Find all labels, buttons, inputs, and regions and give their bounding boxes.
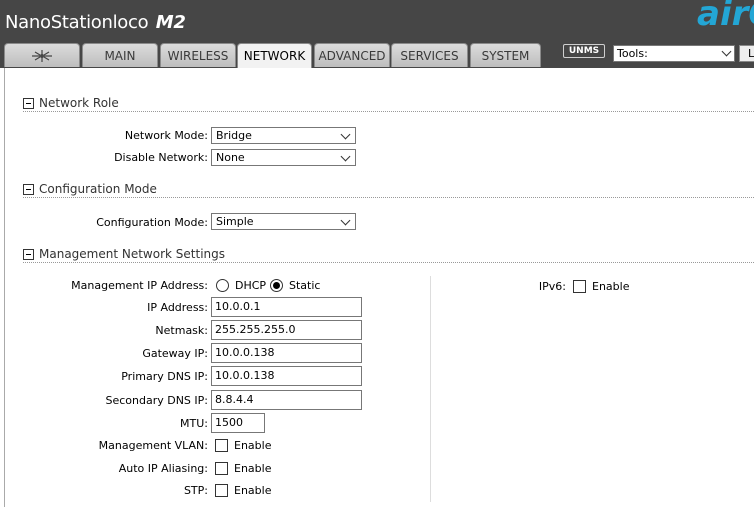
configuration-mode-select[interactable]: Simple <box>211 213 356 230</box>
stp-label: STP: <box>183 484 208 497</box>
section-configuration-mode: Configuration Mode <box>23 182 754 198</box>
ip-address-input[interactable]: 10.0.0.1 <box>211 297 362 317</box>
gateway-label: Gateway IP: <box>142 347 208 360</box>
tab-services[interactable]: SERVICES <box>391 43 468 67</box>
primary-dns-label: Primary DNS IP: <box>121 370 208 383</box>
auto-ip-aliasing-label: Auto IP Aliasing: <box>118 462 208 475</box>
tab-main[interactable]: MAIN <box>82 43 158 67</box>
chevron-down-icon <box>340 215 351 226</box>
management-vlan-checkbox[interactable] <box>215 439 228 452</box>
primary-dns-input[interactable]: 10.0.0.138 <box>211 366 362 386</box>
ipv6-enable-label: Enable <box>592 280 630 293</box>
ubiquiti-logo-icon <box>30 48 54 64</box>
logout-button[interactable]: L <box>739 45 754 62</box>
management-ip-mode-label: Management IP Address: <box>71 279 208 292</box>
static-radio[interactable] <box>270 279 283 292</box>
ipv6-label: IPv6: <box>538 280 566 293</box>
tab-network[interactable]: NETWORK <box>237 43 312 68</box>
gateway-input[interactable]: 10.0.0.138 <box>211 343 362 363</box>
logout-label: L <box>748 47 754 60</box>
section-network-role: Network Role <box>23 96 754 112</box>
disable-network-value: None <box>216 151 245 164</box>
tab-wireless[interactable]: WIRELESS <box>160 43 236 67</box>
disable-network-label: Disable Network: <box>114 151 208 164</box>
network-mode-select[interactable]: Bridge <box>211 127 356 144</box>
section-title: Management Network Settings <box>39 247 225 261</box>
tools-select[interactable]: Tools: <box>613 45 735 62</box>
brand-loco: loco <box>112 12 149 33</box>
logo-letter: O <box>748 0 754 34</box>
tools-value: Tools: <box>617 47 648 60</box>
dhcp-label: DHCP <box>235 279 267 292</box>
tab-advanced[interactable]: ADVANCED <box>314 43 390 67</box>
unms-label: UNMS <box>568 46 600 56</box>
column-divider <box>430 276 431 502</box>
network-mode-value: Bridge <box>216 129 252 142</box>
static-label: Static <box>289 279 321 292</box>
logo-text: air <box>697 0 749 34</box>
brand-prefix: NanoStation <box>5 12 113 33</box>
stp-checkbox[interactable] <box>215 484 228 497</box>
chevron-down-icon <box>721 46 732 57</box>
mtu-input[interactable]: 1500 <box>211 413 265 433</box>
disable-network-select[interactable]: None <box>211 149 356 166</box>
header-bar: NanoStationloco M2 airO MAIN WIRELESS NE… <box>0 0 754 68</box>
network-mode-label: Network Mode: <box>124 129 208 142</box>
auto-ip-aliasing-enable-label: Enable <box>234 462 272 475</box>
section-title: Network Role <box>39 96 119 110</box>
chevron-down-icon <box>340 151 351 162</box>
ipv6-checkbox[interactable] <box>573 280 586 293</box>
configuration-mode-label: Configuration Mode: <box>96 216 208 229</box>
mtu-label: MTU: <box>180 417 208 430</box>
netmask-input[interactable]: 255.255.255.0 <box>211 320 362 340</box>
tab-ubiquiti[interactable] <box>4 43 80 67</box>
stp-enable-label: Enable <box>234 484 272 497</box>
tab-system[interactable]: SYSTEM <box>470 43 541 67</box>
unms-button[interactable]: UNMS <box>563 44 605 58</box>
configuration-mode-value: Simple <box>216 215 254 228</box>
auto-ip-aliasing-checkbox[interactable] <box>215 462 228 475</box>
collapse-icon[interactable] <box>23 249 34 260</box>
product-brand: NanoStationloco M2 <box>5 12 186 33</box>
airos-logo: airO <box>697 0 754 34</box>
chevron-down-icon <box>340 129 351 140</box>
secondary-dns-label: Secondary DNS IP: <box>105 394 208 407</box>
section-management-network: Management Network Settings <box>23 247 754 263</box>
secondary-dns-input[interactable]: 8.8.4.4 <box>211 390 362 410</box>
netmask-label: Netmask: <box>155 324 208 337</box>
dhcp-radio[interactable] <box>216 279 229 292</box>
management-vlan-label: Management VLAN: <box>98 439 208 452</box>
management-vlan-enable-label: Enable <box>234 439 272 452</box>
brand-model: M2 <box>155 12 186 33</box>
ip-address-label: IP Address: <box>147 301 208 314</box>
collapse-icon[interactable] <box>23 98 34 109</box>
collapse-icon[interactable] <box>23 184 34 195</box>
section-title: Configuration Mode <box>39 182 157 196</box>
